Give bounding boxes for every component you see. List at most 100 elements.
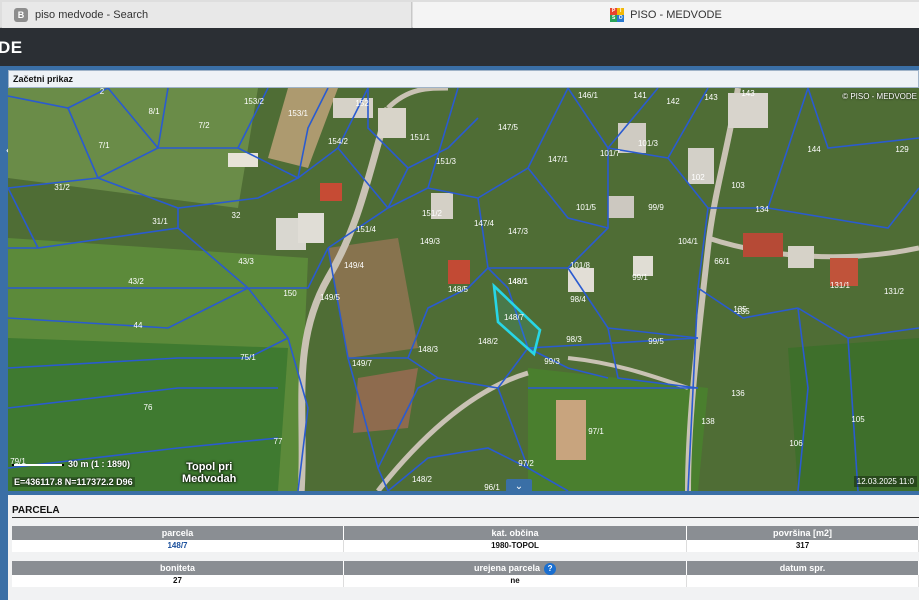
parcel-label: 101/3	[638, 139, 659, 148]
parcel-label: 98/3	[566, 335, 582, 344]
urejena-value: ne	[344, 575, 687, 587]
app-title: DE	[0, 38, 23, 57]
header-parcela: parcela	[12, 526, 344, 540]
parcel-label: 147/3	[508, 227, 529, 236]
parcel-label: 97/2	[518, 459, 534, 468]
piso-favicon-icon: PI SO	[610, 8, 625, 22]
parcel-label: 43/2	[128, 277, 144, 286]
parcel-label: 76	[144, 403, 153, 412]
parcel-label: 148/3	[418, 345, 439, 354]
parcel-label: 147/4	[474, 219, 495, 228]
kat-obcina-value: 1980-TOPOL	[344, 540, 687, 552]
parcel-label: 105	[851, 415, 865, 424]
parcel-label: 99/3	[544, 357, 560, 366]
bing-favicon-icon: B	[14, 8, 28, 22]
parcel-label: 32	[232, 211, 241, 220]
parcel-label: 136	[731, 389, 745, 398]
scale-label: 30 m (1 : 1890)	[68, 459, 131, 469]
datum-spr-value	[687, 575, 919, 587]
parcel-label: 147/1	[548, 155, 569, 164]
urejena-label: urejena parcela	[473, 563, 541, 573]
parcel-label: 99/5	[648, 337, 664, 346]
parcel-label: 143	[704, 93, 718, 102]
parcel-label: 151/4	[356, 225, 377, 234]
parcel-label: 97/1	[588, 427, 604, 436]
parcel-info-panel: PARCELA parcela kat. občina površina [m2…	[8, 495, 919, 600]
app-header: DE	[0, 28, 919, 66]
header-kat-obcina: kat. občina	[344, 526, 687, 540]
parcel-label: 152	[355, 99, 369, 108]
cadastral-map[interactable]: 148/1 146/1 141 142 143 153/2 153/1 152 147/5 101…	[8, 88, 919, 491]
map-copyright: © PISO - MEDVODE	[842, 92, 917, 101]
browser-tab-piso[interactable]: PI SO PISO - MEDVODE	[413, 2, 919, 28]
parcel-label: 151/3	[436, 157, 457, 166]
parcel-label: 7/2	[198, 121, 210, 130]
parcel-label: 98/4	[570, 295, 586, 304]
parcel-label: 44	[134, 321, 143, 330]
parcel-label: 7/1	[98, 141, 110, 150]
help-icon[interactable]: ?	[544, 562, 557, 575]
place-name-line2: Medvodah	[182, 473, 237, 485]
parcel-label: 142	[666, 97, 680, 106]
header-datum-spr: datum spr.	[687, 561, 919, 575]
parcel-label: 138	[701, 417, 715, 426]
parcel-label: 131/2	[884, 287, 905, 296]
section-divider	[12, 517, 919, 518]
collapse-panel-button[interactable]: ⌄	[506, 479, 532, 493]
parcel-label: 148/7	[504, 313, 525, 322]
tab-label: piso medvode - Search	[35, 9, 149, 21]
parcel-label: 134	[755, 205, 769, 214]
parcel-label: 153/2	[244, 97, 265, 106]
parcel-label: 104/1	[678, 237, 699, 246]
parcel-label: 99/1	[632, 273, 648, 282]
browser-tab-search[interactable]: B piso medvode - Search	[2, 2, 412, 28]
parcel-table-row2: boniteta urejena parcela? datum spr. 27 …	[12, 561, 919, 587]
parcel-label: 148/5	[448, 285, 469, 294]
parcel-label: 8/1	[148, 107, 160, 116]
parcel-label: 31/1	[152, 217, 168, 226]
parcel-label: 147/5	[498, 123, 519, 132]
parcel-label: 144	[807, 145, 821, 154]
parcel-label: 101/8	[570, 261, 591, 270]
parcel-label: 96/1	[484, 483, 500, 491]
parcel-section-title: PARCELA	[12, 505, 60, 516]
browser-tabbar: B piso medvode - Search PI SO PISO - MED…	[0, 0, 919, 28]
parcel-label: 66/1	[714, 257, 730, 266]
parcel-label: 106	[789, 439, 803, 448]
parcel-label: 101/5	[576, 203, 597, 212]
header-boniteta: boniteta	[12, 561, 344, 575]
parcel-label: 143	[741, 89, 755, 98]
map-canvas: 148/1 146/1 141 142 143 153/2 153/1 152 147/5 101…	[8, 88, 919, 491]
place-name-line1: Topol pri	[186, 461, 233, 473]
parcel-label: 153/1	[288, 109, 309, 118]
povrsina-value: 317	[687, 540, 919, 552]
parcel-label: 148/1	[508, 277, 529, 286]
parcel-label: 99/9	[648, 203, 664, 212]
parcel-label: 146/1	[578, 91, 599, 100]
parcel-label: 77	[274, 437, 283, 446]
parcel-label: 141	[633, 91, 647, 100]
header-povrsina: površina [m2]	[687, 526, 919, 540]
parcel-label: 150	[283, 289, 297, 298]
parcel-label: 151/2	[422, 209, 443, 218]
place-name: Topol pri Medvodah	[182, 461, 236, 485]
scale-bar	[12, 463, 64, 466]
parcel-label: 75/1	[240, 353, 256, 362]
header-urejena-parcela: urejena parcela?	[344, 561, 687, 575]
boniteta-value: 27	[12, 575, 344, 587]
parcel-label: 103	[731, 181, 745, 190]
map-timestamp: 12.03.2025 11:0	[853, 476, 917, 487]
tab-label: PISO - MEDVODE	[630, 9, 722, 21]
parcel-label: 101/7	[600, 149, 621, 158]
parcel-label: 151/1	[410, 133, 431, 142]
parcel-label: 149/7	[352, 359, 373, 368]
parcel-label: 131/1	[830, 281, 851, 290]
parcel-label: 149/3	[420, 237, 441, 246]
panel-title: Začetni prikaz	[8, 70, 919, 88]
parcel-number-link[interactable]: 148/7	[12, 540, 344, 552]
map-scale: 30 m (1 : 1890)	[12, 459, 130, 469]
chevron-down-icon: ⌄	[514, 480, 524, 492]
parcel-label: 154/2	[328, 137, 349, 146]
map-coordinates: E=436117.8 N=117372.2 D96	[12, 477, 135, 487]
parcel-label: 129	[895, 145, 909, 154]
